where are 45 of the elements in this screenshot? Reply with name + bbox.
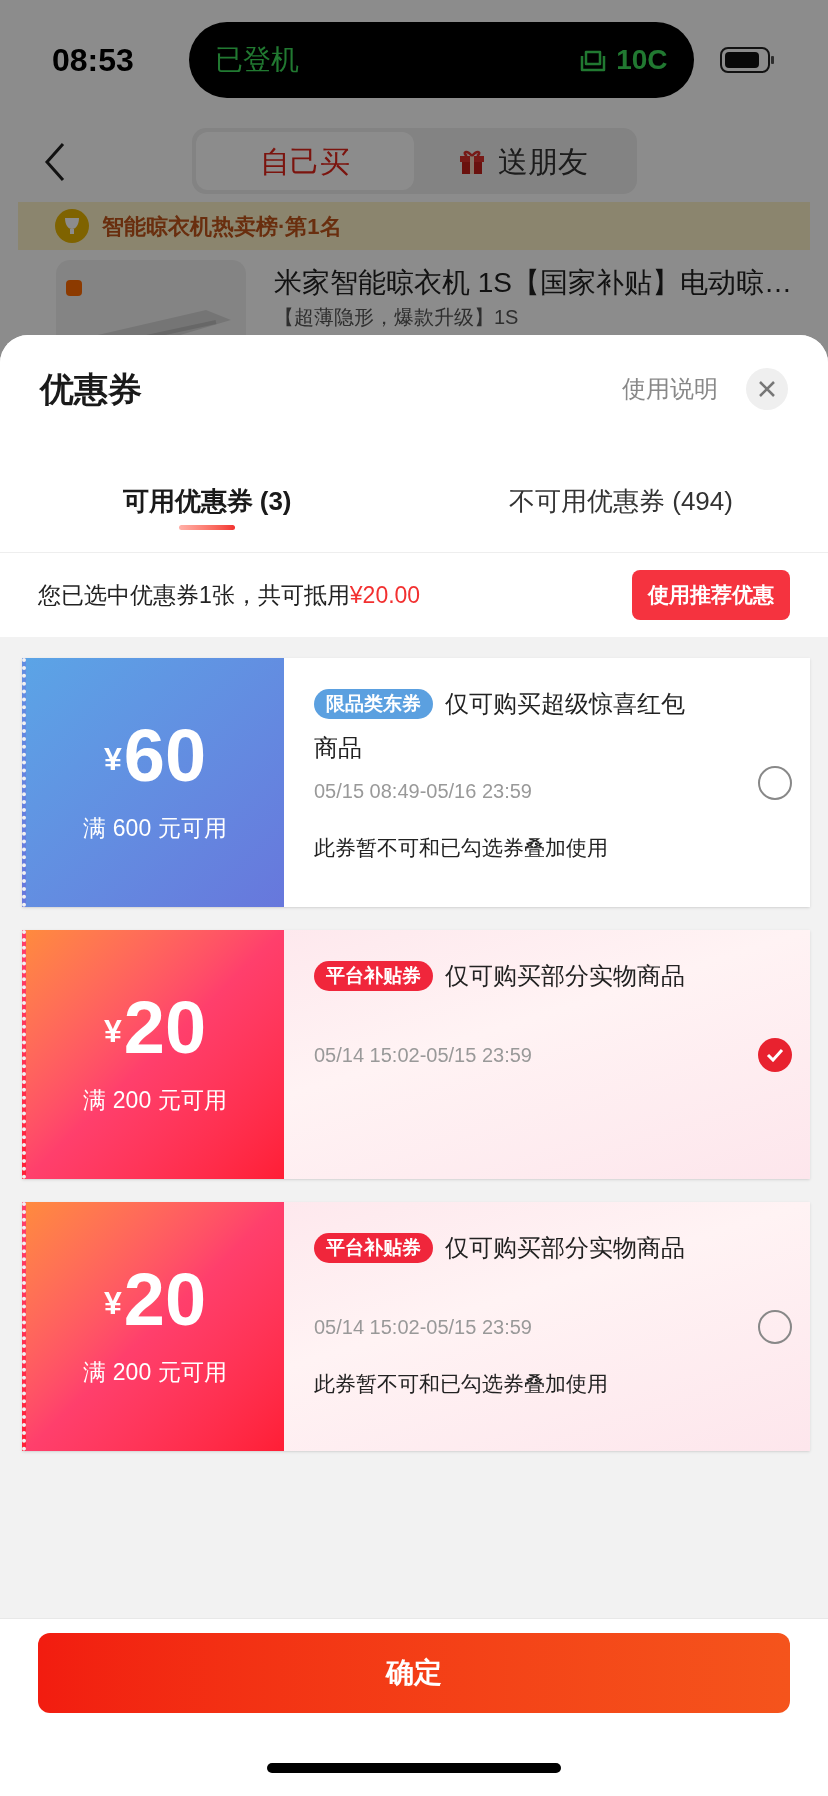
flight-status: 已登机 bbox=[214, 43, 299, 77]
coupon-validity: 05/14 15:02-05/15 23:59 bbox=[314, 1043, 533, 1068]
coupon-note: 此券暂不可和已勾选券叠加使用 bbox=[314, 835, 609, 861]
coupon-threshold: 满 600 元可用 bbox=[83, 814, 227, 844]
confirm-button[interactable]: 确定 bbox=[38, 1633, 790, 1713]
seat-number: 10C bbox=[616, 43, 668, 77]
coupon-amount: ¥20 bbox=[103, 1263, 207, 1338]
coupon-card[interactable]: ¥60 满 600 元可用 限品类东券 仅可购买超级惊喜红包商品 05/15 08:49-05/16 23:59 此券暂不可和已勾选券叠加使用 bbox=[22, 658, 810, 907]
discount-amount: ¥20.00 bbox=[349, 580, 421, 610]
coupon-amount: ¥20 bbox=[103, 991, 207, 1066]
coupon-tag: 平台补贴券 bbox=[314, 961, 433, 991]
battery-icon bbox=[720, 46, 776, 74]
coupon-validity: 05/14 15:02-05/15 23:59 bbox=[314, 1315, 533, 1340]
coupon-card[interactable]: ¥20 满 200 元可用 平台补贴券 仅可购买部分实物商品 05/14 15:02-05/15 23:59 bbox=[22, 930, 810, 1179]
check-icon bbox=[766, 1047, 784, 1062]
coupon-tag: 平台补贴券 bbox=[314, 1233, 433, 1263]
coupon-description: 平台补贴券 仅可购买部分实物商品 bbox=[314, 1226, 694, 1270]
coupon-checkbox[interactable] bbox=[758, 1309, 792, 1344]
coupon-threshold: 满 200 元可用 bbox=[83, 1086, 227, 1116]
product-subtitle: 【超薄隐形，爆款升级】1S bbox=[274, 305, 520, 330]
coupon-threshold: 满 200 元可用 bbox=[83, 1358, 227, 1388]
coupon-description: 限品类东券 仅可购买超级惊喜红包商品 bbox=[314, 688, 686, 763]
coupon-tab[interactable]: 可用优惠券 (3) bbox=[0, 451, 414, 552]
status-time: 08:53 bbox=[52, 41, 135, 80]
coupon-tab[interactable]: 不可用优惠券 (494) bbox=[414, 451, 828, 552]
back-icon[interactable] bbox=[44, 142, 66, 182]
close-button[interactable] bbox=[746, 368, 788, 410]
tab-underline bbox=[179, 525, 235, 530]
close-icon bbox=[758, 380, 776, 398]
product-title: 米家智能晾衣机 1S【国家补贴】电动晾… bbox=[274, 266, 793, 300]
selection-summary: 您已选中优惠券1张，共可抵用 bbox=[38, 580, 350, 610]
ranking-text: 智能晾衣机热卖榜·第1名 bbox=[102, 212, 342, 241]
coupon-amount: ¥60 bbox=[103, 719, 207, 794]
coupon-card[interactable]: ¥20 满 200 元可用 平台补贴券 仅可购买部分实物商品 05/14 15:02-05/15 23:59 此券暂不可和已勾选券叠加使用 bbox=[22, 1202, 810, 1451]
coupon-checkbox[interactable] bbox=[758, 1037, 792, 1072]
trophy-icon bbox=[54, 208, 90, 244]
recommend-button[interactable]: 使用推荐优惠 bbox=[632, 570, 790, 620]
coupon-note: 此券暂不可和已勾选券叠加使用 bbox=[314, 1371, 609, 1397]
coupon-validity: 05/15 08:49-05/16 23:59 bbox=[314, 779, 533, 804]
coupon-checkbox[interactable] bbox=[758, 765, 792, 800]
help-link[interactable]: 使用说明 bbox=[622, 371, 718, 407]
coupon-description: 平台补贴券 仅可购买部分实物商品 bbox=[314, 954, 694, 998]
segment-tab[interactable]: 送朋友 bbox=[414, 132, 633, 190]
sheet-title: 优惠券 bbox=[40, 368, 142, 410]
coupon-tag: 限品类东券 bbox=[314, 689, 433, 719]
